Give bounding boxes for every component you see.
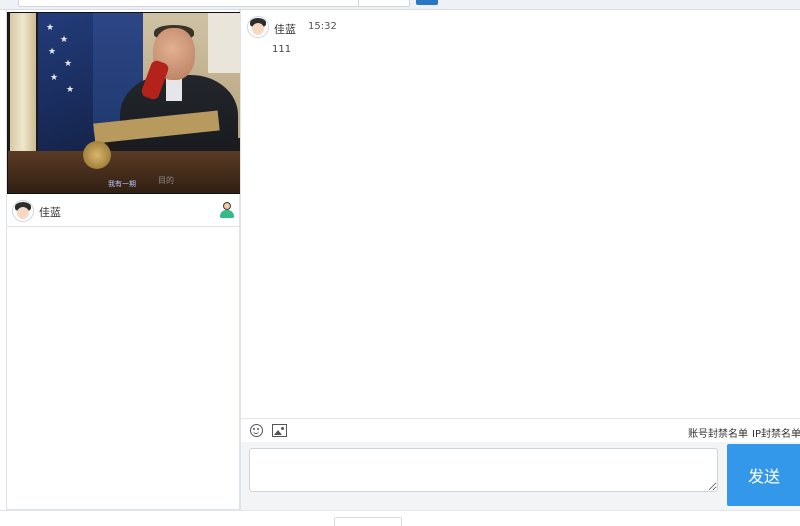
top-select[interactable] xyxy=(358,0,410,7)
divider xyxy=(0,510,800,511)
video-caption: 我有一期 xyxy=(108,180,136,188)
ip-blacklist-link[interactable]: IP封禁名单 xyxy=(752,425,800,440)
bottom-tab[interactable] xyxy=(334,517,402,526)
avatar xyxy=(12,200,34,222)
flag: ★ ★ ★ ★ ★ ★ xyxy=(38,13,98,153)
composer-area: 发送 xyxy=(241,442,800,510)
top-search-input[interactable] xyxy=(18,0,360,7)
composer-toolbar: 账号封禁名单 IP封禁名单 xyxy=(241,418,800,443)
online-user-name: 佳蓝 xyxy=(39,206,61,219)
message-input[interactable] xyxy=(249,448,718,492)
top-search-button[interactable] xyxy=(416,0,438,5)
video-player[interactable]: ★ ★ ★ ★ ★ ★ 我有一期 目的 xyxy=(7,12,241,194)
chat-panel: 佳蓝 15:32 111 账号封禁名单 IP封禁名单 发送 xyxy=(240,10,800,510)
online-user-row[interactable]: 佳蓝 xyxy=(7,196,239,227)
avatar xyxy=(247,16,269,38)
image-icon[interactable] xyxy=(272,424,287,437)
top-toolbar xyxy=(0,0,800,10)
smiley-icon[interactable] xyxy=(250,424,263,437)
message-sender: 佳蓝 xyxy=(274,23,296,36)
left-panel: ★ ★ ★ ★ ★ ★ 我有一期 目的 佳蓝 xyxy=(6,10,241,510)
message-time: 15:32 xyxy=(308,21,337,32)
video-watermark: 目的 xyxy=(158,176,174,185)
message-text: 111 xyxy=(272,44,292,55)
user-icon[interactable] xyxy=(219,202,235,218)
account-blacklist-link[interactable]: 账号封禁名单 xyxy=(688,425,748,440)
send-button[interactable]: 发送 xyxy=(727,444,800,506)
